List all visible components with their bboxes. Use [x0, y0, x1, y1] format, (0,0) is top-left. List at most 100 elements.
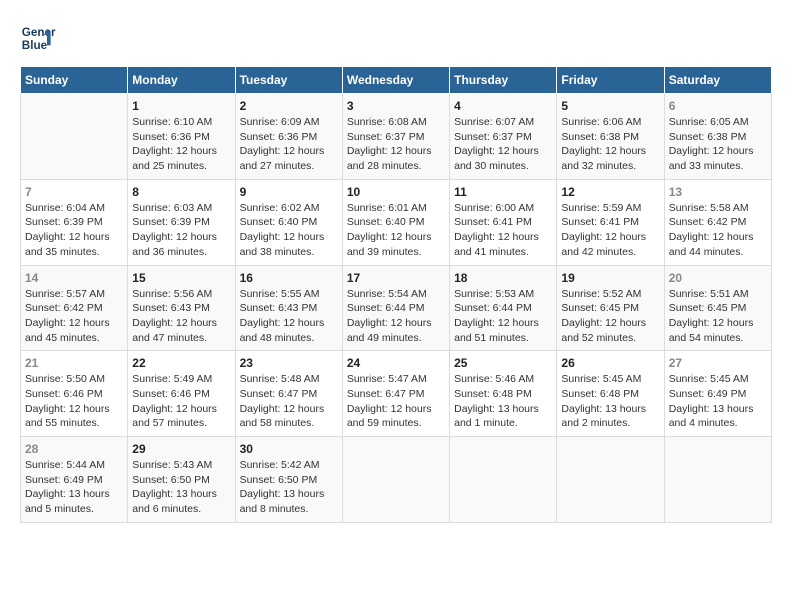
- day-info: Sunrise: 5:57 AMSunset: 6:42 PMDaylight:…: [25, 287, 123, 346]
- day-info: Sunrise: 6:07 AMSunset: 6:37 PMDaylight:…: [454, 115, 552, 174]
- calendar-cell: 24 Sunrise: 5:47 AMSunset: 6:47 PMDayligh…: [342, 351, 449, 437]
- calendar-header-row: SundayMondayTuesdayWednesdayThursdayFrid…: [21, 67, 772, 94]
- day-number: 19: [561, 271, 659, 285]
- calendar-cell: 5 Sunrise: 6:06 AMSunset: 6:38 PMDaylight…: [557, 94, 664, 180]
- logo: General Blue: [20, 20, 56, 56]
- day-number: 25: [454, 356, 552, 370]
- day-number: 24: [347, 356, 445, 370]
- day-number: 15: [132, 271, 230, 285]
- calendar-cell: 18 Sunrise: 5:53 AMSunset: 6:44 PMDayligh…: [450, 265, 557, 351]
- day-number: 3: [347, 99, 445, 113]
- day-number: 12: [561, 185, 659, 199]
- calendar-cell: 29 Sunrise: 5:43 AMSunset: 6:50 PMDayligh…: [128, 437, 235, 523]
- day-number: 29: [132, 442, 230, 456]
- calendar-week-row: 1Sunrise: 6:10 AMSunset: 6:36 PMDaylight…: [21, 94, 772, 180]
- calendar-cell: 2 Sunrise: 6:09 AMSunset: 6:36 PMDaylight…: [235, 94, 342, 180]
- day-info: Sunrise: 5:51 AMSunset: 6:45 PMDaylight:…: [669, 287, 767, 346]
- day-info: Sunrise: 5:50 AMSunset: 6:46 PMDaylight:…: [25, 372, 123, 431]
- day-number: 23: [240, 356, 338, 370]
- calendar-week-row: 14 Sunrise: 5:57 AMSunset: 6:42 PMDayligh…: [21, 265, 772, 351]
- day-info: Sunrise: 5:45 AMSunset: 6:48 PMDaylight:…: [561, 372, 659, 431]
- calendar-cell: 26 Sunrise: 5:45 AMSunset: 6:48 PMDayligh…: [557, 351, 664, 437]
- day-number: 30: [240, 442, 338, 456]
- logo-icon: General Blue: [20, 20, 56, 56]
- day-number: 6: [669, 99, 767, 113]
- day-number: 5: [561, 99, 659, 113]
- calendar-cell: 10 Sunrise: 6:01 AMSunset: 6:40 PMDayligh…: [342, 179, 449, 265]
- calendar-cell: 27 Sunrise: 5:45 AMSunset: 6:49 PMDayligh…: [664, 351, 771, 437]
- day-number: 2: [240, 99, 338, 113]
- day-of-week-wednesday: Wednesday: [342, 67, 449, 94]
- calendar-cell: 30 Sunrise: 5:42 AMSunset: 6:50 PMDayligh…: [235, 437, 342, 523]
- calendar-table: SundayMondayTuesdayWednesdayThursdayFrid…: [20, 66, 772, 523]
- day-info: Sunrise: 5:45 AMSunset: 6:49 PMDaylight:…: [669, 372, 767, 431]
- day-of-week-friday: Friday: [557, 67, 664, 94]
- header: General Blue: [20, 20, 772, 56]
- day-info: Sunrise: 5:46 AMSunset: 6:48 PMDaylight:…: [454, 372, 552, 431]
- day-number: 13: [669, 185, 767, 199]
- calendar-cell: 22 Sunrise: 5:49 AMSunset: 6:46 PMDayligh…: [128, 351, 235, 437]
- calendar-cell: [664, 437, 771, 523]
- calendar-cell: 16Sunrise: 5:55 AMSunset: 6:43 PMDayligh…: [235, 265, 342, 351]
- calendar-cell: [557, 437, 664, 523]
- calendar-week-row: 28 Sunrise: 5:44 AMSunset: 6:49 PMDayligh…: [21, 437, 772, 523]
- day-number: 14: [25, 271, 123, 285]
- calendar-cell: 4 Sunrise: 6:07 AMSunset: 6:37 PMDaylight…: [450, 94, 557, 180]
- calendar-cell: [342, 437, 449, 523]
- day-number: 27: [669, 356, 767, 370]
- day-info: Sunrise: 5:55 AMSunset: 6:43 PMDaylight:…: [240, 287, 338, 346]
- day-number: 9: [240, 185, 338, 199]
- day-number: 22: [132, 356, 230, 370]
- day-info: Sunrise: 5:42 AMSunset: 6:50 PMDaylight:…: [240, 458, 338, 517]
- day-number: 20: [669, 271, 767, 285]
- day-info: Sunrise: 5:58 AMSunset: 6:42 PMDaylight:…: [669, 201, 767, 260]
- day-info: Sunrise: 6:04 AMSunset: 6:39 PMDaylight:…: [25, 201, 123, 260]
- day-number: 18: [454, 271, 552, 285]
- day-of-week-monday: Monday: [128, 67, 235, 94]
- day-of-week-thursday: Thursday: [450, 67, 557, 94]
- calendar-cell: 13 Sunrise: 5:58 AMSunset: 6:42 PMDayligh…: [664, 179, 771, 265]
- day-number: 1: [132, 99, 230, 113]
- day-of-week-tuesday: Tuesday: [235, 67, 342, 94]
- calendar-cell: 15 Sunrise: 5:56 AMSunset: 6:43 PMDayligh…: [128, 265, 235, 351]
- calendar-cell: 3 Sunrise: 6:08 AMSunset: 6:37 PMDaylight…: [342, 94, 449, 180]
- day-number: 26: [561, 356, 659, 370]
- calendar-week-row: 7 Sunrise: 6:04 AMSunset: 6:39 PMDaylight…: [21, 179, 772, 265]
- day-info: Sunrise: 5:44 AMSunset: 6:49 PMDaylight:…: [25, 458, 123, 517]
- day-info: Sunrise: 5:59 AMSunset: 6:41 PMDaylight:…: [561, 201, 659, 260]
- day-of-week-sunday: Sunday: [21, 67, 128, 94]
- calendar-cell: 14 Sunrise: 5:57 AMSunset: 6:42 PMDayligh…: [21, 265, 128, 351]
- calendar-cell: 1Sunrise: 6:10 AMSunset: 6:36 PMDaylight…: [128, 94, 235, 180]
- calendar-cell: [450, 437, 557, 523]
- day-info: Sunrise: 6:09 AMSunset: 6:36 PMDaylight:…: [240, 115, 338, 174]
- day-number: 21: [25, 356, 123, 370]
- calendar-cell: 12 Sunrise: 5:59 AMSunset: 6:41 PMDayligh…: [557, 179, 664, 265]
- calendar-cell: 25 Sunrise: 5:46 AMSunset: 6:48 PMDayligh…: [450, 351, 557, 437]
- day-of-week-saturday: Saturday: [664, 67, 771, 94]
- day-info: Sunrise: 6:08 AMSunset: 6:37 PMDaylight:…: [347, 115, 445, 174]
- day-number: 10: [347, 185, 445, 199]
- day-info: Sunrise: 5:47 AMSunset: 6:47 PMDaylight:…: [347, 372, 445, 431]
- day-info: Sunrise: 6:02 AMSunset: 6:40 PMDaylight:…: [240, 201, 338, 260]
- day-info: Sunrise: 5:43 AMSunset: 6:50 PMDaylight:…: [132, 458, 230, 517]
- day-info: Sunrise: 5:53 AMSunset: 6:44 PMDaylight:…: [454, 287, 552, 346]
- calendar-cell: 11Sunrise: 6:00 AMSunset: 6:41 PMDayligh…: [450, 179, 557, 265]
- day-info: Sunrise: 6:06 AMSunset: 6:38 PMDaylight:…: [561, 115, 659, 174]
- day-info: Sunrise: 5:49 AMSunset: 6:46 PMDaylight:…: [132, 372, 230, 431]
- day-number: 28: [25, 442, 123, 456]
- calendar-cell: 9 Sunrise: 6:02 AMSunset: 6:40 PMDaylight…: [235, 179, 342, 265]
- day-number: 7: [25, 185, 123, 199]
- day-info: Sunrise: 6:05 AMSunset: 6:38 PMDaylight:…: [669, 115, 767, 174]
- calendar-cell: [21, 94, 128, 180]
- svg-text:General: General: [22, 26, 56, 39]
- calendar-cell: 21 Sunrise: 5:50 AMSunset: 6:46 PMDayligh…: [21, 351, 128, 437]
- day-number: 4: [454, 99, 552, 113]
- calendar-cell: 20 Sunrise: 5:51 AMSunset: 6:45 PMDayligh…: [664, 265, 771, 351]
- day-info: Sunrise: 6:03 AMSunset: 6:39 PMDaylight:…: [132, 201, 230, 260]
- day-info: Sunrise: 6:01 AMSunset: 6:40 PMDaylight:…: [347, 201, 445, 260]
- svg-text:Blue: Blue: [22, 39, 48, 52]
- day-info: Sunrise: 5:54 AMSunset: 6:44 PMDaylight:…: [347, 287, 445, 346]
- calendar-cell: 17Sunrise: 5:54 AMSunset: 6:44 PMDayligh…: [342, 265, 449, 351]
- day-info: Sunrise: 5:56 AMSunset: 6:43 PMDaylight:…: [132, 287, 230, 346]
- calendar-week-row: 21 Sunrise: 5:50 AMSunset: 6:46 PMDayligh…: [21, 351, 772, 437]
